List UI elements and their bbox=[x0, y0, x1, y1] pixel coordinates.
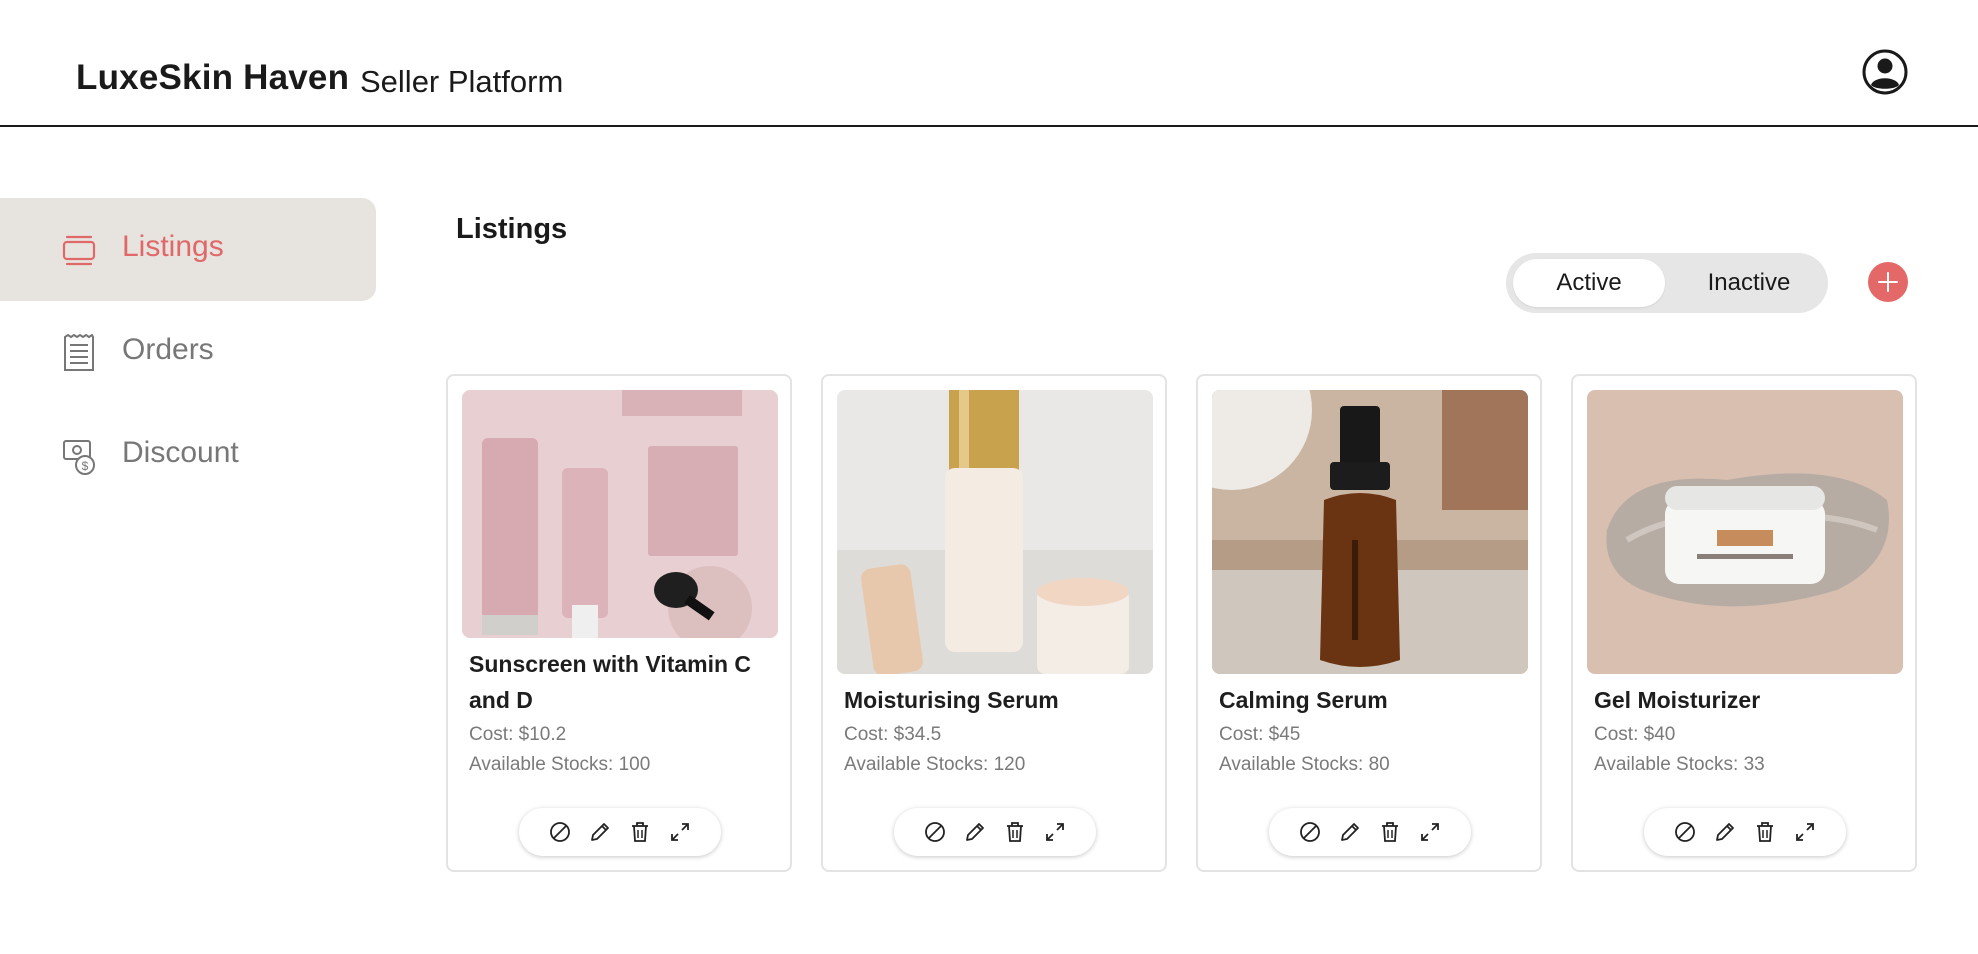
card-action-bar bbox=[519, 808, 721, 856]
sidebar-item-label: Discount bbox=[122, 436, 239, 469]
product-cost: Cost: $34.5 bbox=[844, 724, 942, 745]
product-card[interactable]: Moisturising Serum Cost: $34.5 Available… bbox=[821, 374, 1167, 872]
expand-icon[interactable] bbox=[1417, 819, 1443, 845]
card-action-bar bbox=[894, 808, 1096, 856]
card-action-bar bbox=[1644, 808, 1846, 856]
expand-icon[interactable] bbox=[1792, 819, 1818, 845]
deactivate-icon[interactable] bbox=[547, 819, 573, 845]
sidebar-item-label: Orders bbox=[122, 333, 214, 366]
sidebar-nav: Listings Orders $ Discount bbox=[0, 198, 376, 507]
top-header: LuxeSkin Haven Seller Platform bbox=[0, 0, 1978, 127]
product-stock: Available Stocks: 100 bbox=[469, 754, 651, 775]
product-image bbox=[462, 390, 778, 638]
page-title: Listings bbox=[456, 213, 568, 245]
deactivate-icon[interactable] bbox=[1672, 819, 1698, 845]
product-name: Sunscreen with Vitamin C and D bbox=[469, 651, 752, 713]
deactivate-icon[interactable] bbox=[1297, 819, 1323, 845]
product-name: Calming Serum bbox=[1219, 687, 1388, 713]
edit-icon[interactable] bbox=[587, 819, 613, 845]
sidebar-item-orders[interactable]: Orders bbox=[0, 301, 376, 404]
product-cost: Cost: $10.2 bbox=[469, 724, 567, 745]
edit-icon[interactable] bbox=[1712, 819, 1738, 845]
status-toggle: Active Inactive bbox=[1506, 253, 1828, 313]
user-circle-icon[interactable] bbox=[1862, 49, 1908, 95]
add-listing-button[interactable] bbox=[1868, 262, 1908, 302]
expand-icon[interactable] bbox=[667, 819, 693, 845]
edit-icon[interactable] bbox=[962, 819, 988, 845]
product-image bbox=[837, 390, 1153, 674]
product-image bbox=[1587, 390, 1903, 674]
delete-icon[interactable] bbox=[1002, 819, 1028, 845]
product-name: Gel Moisturizer bbox=[1594, 687, 1761, 713]
svg-text:$: $ bbox=[82, 459, 89, 473]
product-image bbox=[1212, 390, 1528, 674]
expand-icon[interactable] bbox=[1042, 819, 1068, 845]
sidebar-item-listings[interactable]: Listings bbox=[0, 198, 376, 301]
product-card[interactable]: Calming Serum Cost: $45 Available Stocks… bbox=[1196, 374, 1542, 872]
product-stock: Available Stocks: 80 bbox=[1219, 754, 1390, 775]
discount-icon: $ bbox=[62, 437, 96, 475]
product-name: Moisturising Serum bbox=[844, 687, 1059, 713]
card-action-bar bbox=[1269, 808, 1471, 856]
delete-icon[interactable] bbox=[1752, 819, 1778, 845]
listings-icon bbox=[62, 231, 96, 269]
toggle-inactive[interactable]: Inactive bbox=[1676, 259, 1822, 307]
sidebar-item-label: Listings bbox=[122, 230, 224, 263]
brand-name[interactable]: LuxeSkin Haven bbox=[76, 58, 349, 98]
deactivate-icon[interactable] bbox=[922, 819, 948, 845]
delete-icon[interactable] bbox=[627, 819, 653, 845]
product-card[interactable]: Sunscreen with Vitamin C and D Cost: $10… bbox=[446, 374, 792, 872]
platform-subtitle: Seller Platform bbox=[360, 64, 564, 99]
product-cost: Cost: $40 bbox=[1594, 724, 1676, 745]
product-card[interactable]: Gel Moisturizer Cost: $40 Available Stoc… bbox=[1571, 374, 1917, 872]
sidebar-item-discount[interactable]: $ Discount bbox=[0, 404, 376, 507]
delete-icon[interactable] bbox=[1377, 819, 1403, 845]
edit-icon[interactable] bbox=[1337, 819, 1363, 845]
product-cost: Cost: $45 bbox=[1219, 724, 1301, 745]
orders-icon bbox=[62, 333, 96, 372]
product-stock: Available Stocks: 120 bbox=[844, 754, 1026, 775]
toggle-active[interactable]: Active bbox=[1513, 259, 1665, 307]
product-stock: Available Stocks: 33 bbox=[1594, 754, 1765, 775]
